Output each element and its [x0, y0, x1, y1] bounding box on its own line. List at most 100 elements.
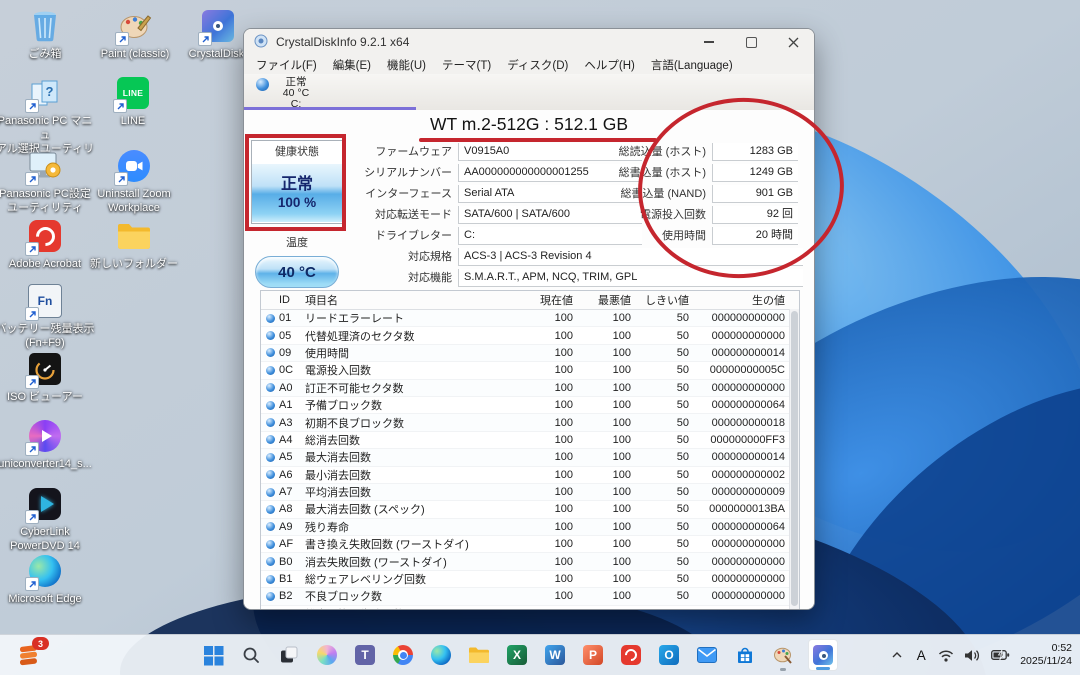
- shortcut-arrow-icon: [25, 307, 39, 321]
- taskbar-start-button[interactable]: [200, 639, 226, 671]
- drive-title: WT m.2-512G : 512.1 GB: [244, 114, 814, 135]
- menu-item[interactable]: テーマ(T): [434, 57, 499, 73]
- desktop-icon-label: 新しいフォルダー: [90, 257, 178, 271]
- smart-row: B2不良ブロック数10010050000000000000: [261, 588, 799, 605]
- taskbar-outlook-button[interactable]: O: [656, 639, 682, 671]
- tray-chevron-icon[interactable]: [890, 651, 904, 659]
- menu-item[interactable]: ディスク(D): [499, 57, 576, 73]
- status-good-icon: [266, 522, 275, 531]
- desktop-icon-label: ISO ビューアー: [7, 390, 83, 404]
- smart-worst: 100: [581, 451, 639, 463]
- smart-row: A1予備ブロック数10010050000000000064: [261, 397, 799, 414]
- smart-worst: 100: [581, 434, 639, 446]
- battery-icon[interactable]: [991, 649, 1010, 661]
- info-row: 電源投入回数92 回: [596, 203, 798, 224]
- desktop-icon-folder[interactable]: 新しいフォルダー: [84, 218, 184, 271]
- taskbar-search-button[interactable]: [238, 639, 264, 671]
- taskbar-file-explorer-button[interactable]: [466, 639, 492, 671]
- smart-table-scrollbar[interactable]: [789, 309, 799, 610]
- shortcut-arrow-icon: [198, 32, 212, 46]
- menu-item[interactable]: ファイル(F): [248, 57, 325, 73]
- smart-worst: 100: [581, 364, 639, 376]
- smart-current: 100: [523, 330, 581, 342]
- status-good-icon: [266, 488, 275, 497]
- desktop-icon-line[interactable]: LINELINE: [83, 75, 183, 128]
- taskbar-teams-button[interactable]: T: [352, 639, 378, 671]
- menu-item[interactable]: 言語(Language): [643, 57, 741, 73]
- taskbar-clock[interactable]: 0:52 2025/11/24: [1020, 642, 1072, 668]
- menu-item[interactable]: ヘルプ(H): [576, 57, 642, 73]
- window-content: WT m.2-512G : 512.1 GB 健康状態 正常 100 % 温度 …: [244, 110, 814, 609]
- wifi-icon[interactable]: [938, 649, 954, 662]
- taskbar-acrobat-button[interactable]: [618, 639, 644, 671]
- desktop-icon-uniconverter[interactable]: uniconverter14_s...: [0, 418, 95, 471]
- smart-raw: 000000000000: [697, 608, 799, 610]
- maximize-button[interactable]: [730, 29, 772, 55]
- desktop-icon-edge[interactable]: Microsoft Edge: [0, 553, 95, 606]
- info-row: 対応規格ACS-3 | ACS-3 Revision 4: [348, 245, 803, 266]
- smart-id: A7: [279, 486, 305, 498]
- taskbar-store-button[interactable]: [732, 639, 758, 671]
- status-good-icon: [266, 575, 275, 584]
- status-good-icon: [266, 348, 275, 357]
- info-row: 対応機能S.M.A.R.T., APM, NCQ, TRIM, GPL: [348, 266, 803, 287]
- taskbar-crystaldiskinfo-button[interactable]: [808, 639, 838, 671]
- desktop-icon-panasonic-settings[interactable]: Panasonic PC設定ユーティリティ: [0, 148, 95, 215]
- taskbar-chrome-button[interactable]: [390, 639, 416, 671]
- shortcut-arrow-icon: [115, 32, 129, 46]
- smart-raw: 000000000000: [697, 330, 799, 342]
- info-label: 総読込量 (ホスト): [596, 143, 712, 161]
- ime-indicator[interactable]: A: [914, 648, 928, 663]
- desktop-icon-battery-fn[interactable]: Fnバッテリー残量表示(Fn+F9): [0, 283, 95, 350]
- smart-threshold: 50: [639, 451, 697, 463]
- minimize-button[interactable]: [688, 29, 730, 55]
- status-cell: [261, 314, 279, 323]
- smart-col-header: ID: [279, 294, 305, 306]
- smart-threshold: 50: [639, 608, 697, 610]
- desktop-icon-recycle-bin[interactable]: ごみ箱: [0, 8, 95, 61]
- taskbar-notification-app[interactable]: 3: [16, 642, 42, 668]
- desktop-icon-powerdvd[interactable]: CyberLinkPowerDVD 14: [0, 486, 95, 553]
- smart-row: A7平均消去回数10010050000000000009: [261, 484, 799, 501]
- paint-classic-icon: [117, 8, 153, 44]
- smart-row: AF書き換え失敗回数 (ワーストダイ)10010050000000000000: [261, 536, 799, 553]
- drive-tab-c[interactable]: 正常 40 °C C:: [244, 74, 416, 110]
- scrollbar-thumb[interactable]: [791, 311, 798, 606]
- taskbar-word-button[interactable]: W: [542, 639, 568, 671]
- taskbar-copilot-button[interactable]: [314, 639, 340, 671]
- desktop-icon-zoom[interactable]: Uninstall ZoomWorkplace: [84, 148, 184, 215]
- taskbar-edge-button[interactable]: [428, 639, 454, 671]
- window-titlebar[interactable]: CrystalDiskInfo 9.2.1 x64: [244, 29, 814, 55]
- smart-current: 100: [523, 590, 581, 602]
- smart-id: B0: [279, 556, 305, 568]
- menu-item[interactable]: 機能(U): [379, 57, 434, 73]
- taskbar-excel-button[interactable]: X: [504, 639, 530, 671]
- clock-time: 0:52: [1020, 642, 1072, 655]
- desktop-icon-iso-viewer[interactable]: ISO ビューアー: [0, 351, 95, 404]
- smart-id: A0: [279, 382, 305, 394]
- folder-icon: [116, 218, 152, 254]
- shortcut-arrow-icon: [25, 242, 39, 256]
- taskbar-paint-button[interactable]: [770, 639, 796, 671]
- smart-worst: 100: [581, 503, 639, 515]
- desktop-icon-label: LINE: [121, 114, 145, 128]
- taskbar-mail-button[interactable]: [694, 639, 720, 671]
- health-status-button[interactable]: 正常 100 %: [252, 164, 342, 222]
- temperature-pill[interactable]: 40 °C: [255, 256, 339, 288]
- smart-threshold: 50: [639, 538, 697, 550]
- close-button[interactable]: [772, 29, 814, 55]
- smart-name: 残り寿命: [305, 519, 523, 535]
- smart-table-header: ID項目名現在値最悪値しきい値生の値: [261, 291, 799, 310]
- info-value: 901 GB: [712, 185, 798, 203]
- menu-item[interactable]: 編集(E): [325, 57, 379, 73]
- desktop-icon-acrobat-red[interactable]: Adobe Acrobat: [0, 218, 95, 271]
- taskbar-powerpoint-button[interactable]: P: [580, 639, 606, 671]
- volume-icon[interactable]: [964, 649, 981, 662]
- panasonic-manual-icon: ?: [27, 75, 63, 111]
- running-indicator: [816, 667, 830, 670]
- running-indicator: [780, 668, 786, 671]
- smart-threshold: 50: [639, 382, 697, 394]
- desktop-icon-label: Panasonic PC設定ユーティリティ: [0, 187, 91, 215]
- desktop-icon-label: ごみ箱: [29, 47, 62, 61]
- taskbar-task-view-button[interactable]: [276, 639, 302, 671]
